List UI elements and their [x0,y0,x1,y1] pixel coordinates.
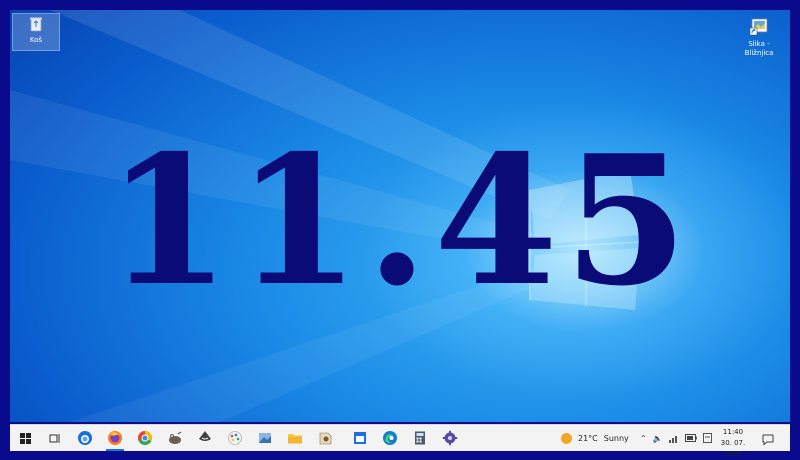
notepad-icon [319,432,332,445]
speaker-icon[interactable]: 🔈 [653,434,663,443]
desktop-icon-label: Slika - Bližnjica [744,40,774,57]
taskbar-app-notepad[interactable] [312,425,338,451]
gimp-icon [169,431,182,444]
battery-icon[interactable] [684,434,697,442]
desktop-icon-label: Koš [29,36,43,44]
notification-icon [762,434,774,446]
weather-temperature: 21°C [578,433,598,443]
image-shortcut-icon [736,16,782,39]
taskbar-app-photos[interactable] [252,425,278,451]
task-view-icon [49,433,60,443]
taskbar-app-calendar[interactable] [347,425,373,451]
taskbar-app-file-explorer[interactable] [282,425,308,451]
taskbar-app-firefox[interactable] [102,425,128,451]
taskbar-app-thunderbird[interactable] [72,425,98,451]
gear-icon [442,430,458,446]
taskbar-app-gimp[interactable] [162,425,188,451]
overlay-time: 11.45 [106,116,694,325]
sun-icon [561,432,572,444]
taskbar-app-paint[interactable] [222,425,248,451]
desktop-icon-image-shortcut[interactable]: Slika - Bližnjica [736,14,782,58]
clock-time: 11:40 [722,428,744,436]
chevron-up-icon[interactable]: ⌃ [640,434,647,443]
calendar-icon [354,432,366,444]
taskbar-app-calculator[interactable] [407,425,433,451]
taskbar-app-settings[interactable] [437,425,463,451]
folder-icon [288,434,302,444]
system-tray: ⌃ 🔈 [640,425,712,451]
windows-logo-icon [19,432,31,444]
edge-icon [383,431,397,445]
clock-date: 30. 07. 2025 [720,439,746,458]
notifications-button[interactable] [762,431,774,450]
thunderbird-icon [78,431,92,445]
inkscape-icon [199,431,211,441]
weather-widget[interactable]: 21°C Sunny [561,425,629,451]
desktop-icon-recycle-bin[interactable]: Koš [12,13,60,51]
paint-icon [228,431,242,445]
taskbar: 21°C Sunny ⌃ 🔈 11:40 30. 07. 2025 [10,424,790,458]
photos-icon [259,433,271,443]
calculator-icon [415,431,425,445]
network-icon[interactable] [668,434,679,443]
weather-condition: Sunny [603,433,629,443]
chrome-icon [138,431,152,445]
taskbar-app-inkscape[interactable] [192,425,218,451]
taskbar-app-edge[interactable] [377,425,403,451]
taskbar-clock[interactable]: 11:40 30. 07. 2025 [712,427,754,460]
recycle-bin-icon [13,16,59,35]
language-icon[interactable] [702,433,712,443]
firefox-icon [108,431,122,445]
start-button[interactable] [12,425,38,451]
taskbar-app-chrome[interactable] [132,425,158,451]
task-view-button[interactable] [42,425,68,451]
